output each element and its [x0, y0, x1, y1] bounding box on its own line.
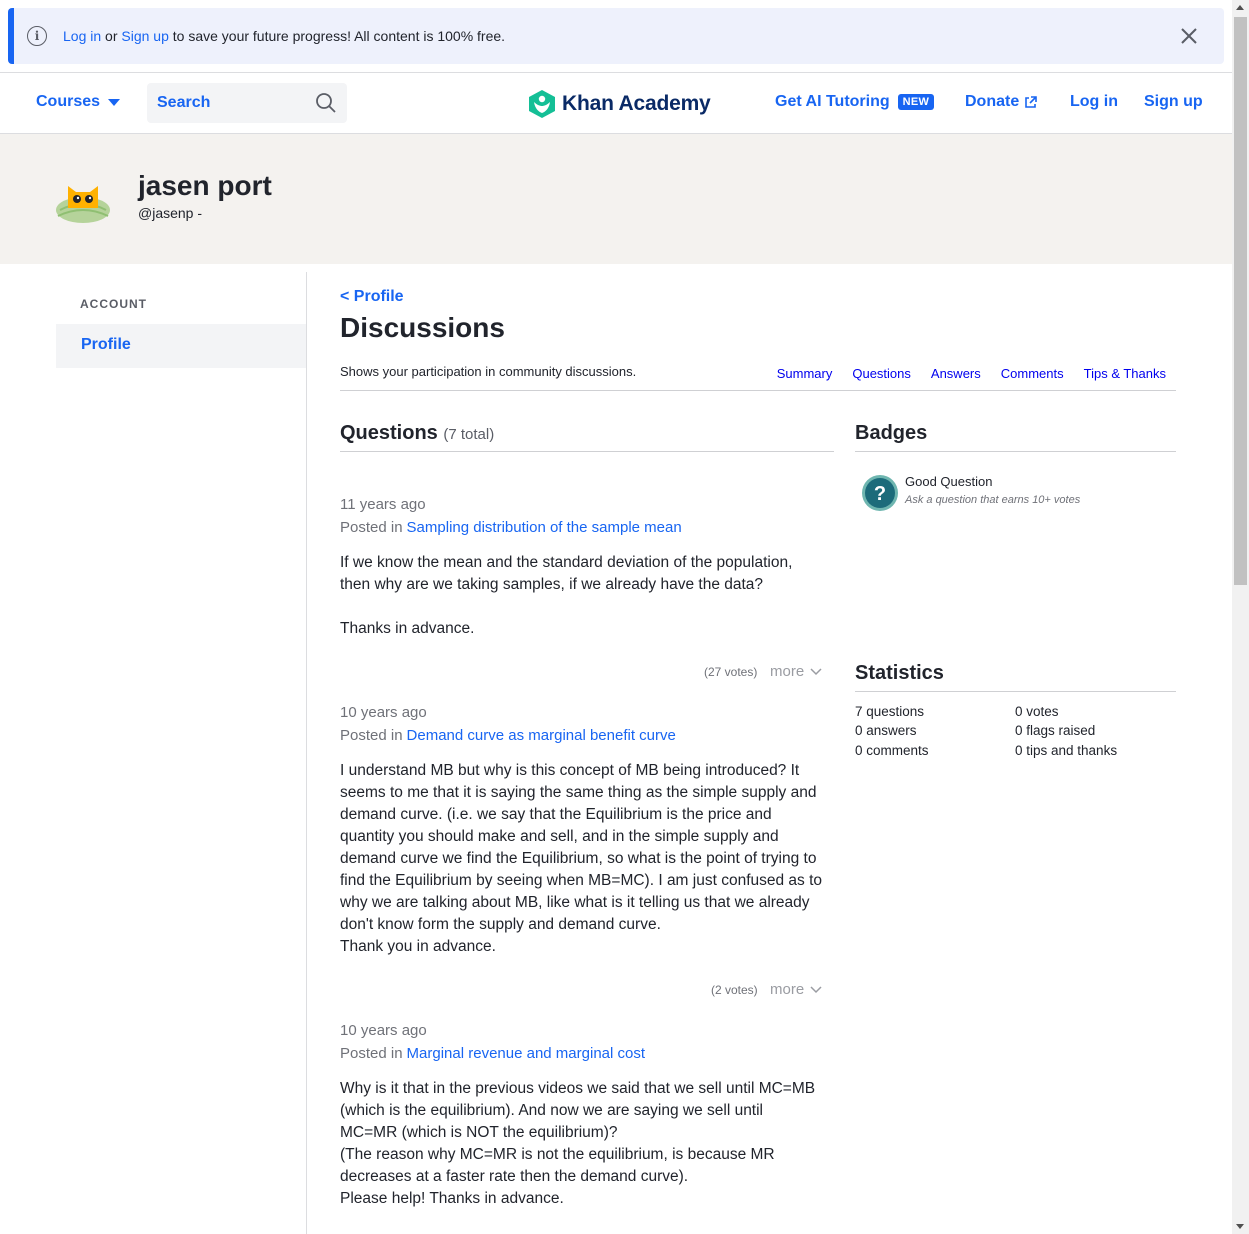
avatar [56, 186, 110, 223]
profile-handle: @jasenp - [138, 205, 203, 221]
profile-header: jasen port @jasenp - [0, 134, 1232, 264]
sidebar-item-label: Profile [81, 336, 131, 353]
more-button[interactable]: more [770, 981, 822, 998]
more-label: more [770, 981, 805, 998]
more-button[interactable]: more [770, 663, 822, 680]
scrollbar-thumb[interactable] [1234, 17, 1247, 585]
discussion-tabs: Summary Questions Answers Comments Tips … [777, 366, 1166, 381]
question-posted-in: Posted in Sampling distribution of the sa… [340, 519, 834, 536]
badge-title: Good Question [905, 474, 993, 489]
chevron-down-icon [810, 667, 822, 675]
banner-message: Log in or Sign up to save your future pr… [63, 28, 505, 44]
close-icon[interactable] [1178, 25, 1200, 47]
question-topic-link[interactable]: Sampling distribution of the sample mean [407, 519, 682, 536]
stat-tips: 0 tips and thanks [1015, 743, 1118, 758]
caret-down-icon [108, 98, 121, 106]
tab-comments[interactable]: Comments [1001, 366, 1064, 381]
good-question-badge-icon: ? [862, 475, 898, 511]
badge-description: Ask a question that earns 10+ votes [905, 494, 1081, 506]
info-icon: i [27, 26, 47, 46]
posted-in-label: Posted in [340, 1045, 403, 1062]
banner-login-link[interactable]: Log in [63, 28, 101, 44]
badges-divider [855, 451, 1176, 452]
back-to-profile-link[interactable]: < Profile [340, 288, 404, 306]
khan-academy-logo-icon [529, 90, 555, 118]
sidebar-section-title: ACCOUNT [80, 297, 147, 311]
more-label: more [770, 663, 805, 680]
stat-votes: 0 votes [1015, 704, 1059, 719]
stat-comments: 0 comments [855, 743, 929, 758]
courses-menu-button[interactable]: Courses [36, 93, 121, 111]
questions-divider [340, 451, 834, 452]
question-topic-link[interactable]: Marginal revenue and marginal cost [407, 1045, 645, 1062]
question-age: 10 years ago [340, 1022, 427, 1039]
question-age: 10 years ago [340, 704, 427, 721]
questions-total: (7 total) [443, 426, 495, 443]
posted-in-label: Posted in [340, 727, 403, 744]
signup-link[interactable]: Sign up [1144, 93, 1203, 111]
sidebar-divider [306, 272, 307, 1234]
tab-questions[interactable]: Questions [852, 366, 911, 381]
scroll-up-icon[interactable] [1236, 5, 1244, 10]
stat-questions: 7 questions [855, 704, 925, 719]
question-posted-in: Posted in Demand curve as marginal benefi… [340, 727, 834, 744]
question-body: I understand MB but why is this concept … [340, 762, 823, 955]
sidebar-item-profile[interactable]: Profile [56, 324, 306, 368]
login-link[interactable]: Log in [1070, 93, 1118, 111]
tab-summary[interactable]: Summary [777, 366, 833, 381]
banner-rest-text: to save your future progress! All conten… [172, 28, 506, 44]
banner-signup-link[interactable]: Sign up [121, 28, 168, 44]
page-scrollbar[interactable] [1232, 0, 1249, 1234]
question-topic-link[interactable]: Demand curve as marginal benefit curve [407, 727, 676, 744]
page-title: Discussions [340, 312, 505, 343]
header-divider [340, 390, 1176, 391]
khan-academy-logo[interactable]: Khan Academy [528, 89, 711, 119]
question-posted-in: Posted in Marginal revenue and marginal c… [340, 1045, 834, 1062]
questions-heading: Questions (7 total) [340, 422, 494, 445]
statistics-heading: Statistics [855, 662, 944, 684]
profile-name: jasen port [138, 170, 272, 201]
scroll-down-icon[interactable] [1236, 1224, 1244, 1229]
search-placeholder: Search [157, 94, 211, 111]
question-age: 11 years ago [340, 496, 426, 513]
questions-heading-label: Questions [340, 422, 438, 444]
top-nav: Courses Search Khan Academy Get AI Tutor… [0, 72, 1232, 134]
new-badge: NEW [897, 94, 935, 110]
stat-answers: 0 answers [855, 723, 917, 738]
posted-in-label: Posted in [340, 519, 403, 536]
question-item: 11 years ago Posted in Sampling distribut… [340, 496, 834, 640]
question-item: 10 years ago Posted in Marginal revenue a… [340, 1022, 834, 1210]
vote-count: (27 votes) [704, 665, 758, 679]
stat-flags: 0 flags raised [1015, 723, 1096, 738]
search-icon [316, 93, 336, 113]
chevron-down-icon [810, 985, 822, 993]
page-subtitle: Shows your participation in community di… [340, 364, 637, 379]
banner-or-text: or [105, 28, 118, 44]
login-banner: i Log in or Sign up to save your future … [8, 8, 1224, 64]
search-input[interactable]: Search [147, 83, 347, 123]
ai-tutoring-label: Get AI Tutoring [775, 93, 890, 110]
tab-tips-thanks[interactable]: Tips & Thanks [1084, 366, 1166, 381]
badges-heading: Badges [855, 422, 928, 444]
logo-text: Khan Academy [562, 92, 711, 115]
question-item: 10 years ago Posted in Demand curve as ma… [340, 704, 834, 958]
ai-tutoring-link[interactable]: Get AI Tutoring NEW [775, 93, 935, 111]
donate-link[interactable]: Donate [965, 93, 1038, 111]
question-body: If we know the mean and the standard dev… [340, 554, 793, 637]
statistics-divider [855, 691, 1176, 692]
tab-answers[interactable]: Answers [931, 366, 981, 381]
question-body: Why is it that in the previous videos we… [340, 1080, 816, 1207]
vote-count: (2 votes) [711, 983, 758, 997]
courses-label: Courses [36, 93, 101, 110]
svg-text:?: ? [874, 483, 886, 505]
donate-label: Donate [965, 93, 1020, 110]
external-link-icon [1025, 95, 1038, 108]
